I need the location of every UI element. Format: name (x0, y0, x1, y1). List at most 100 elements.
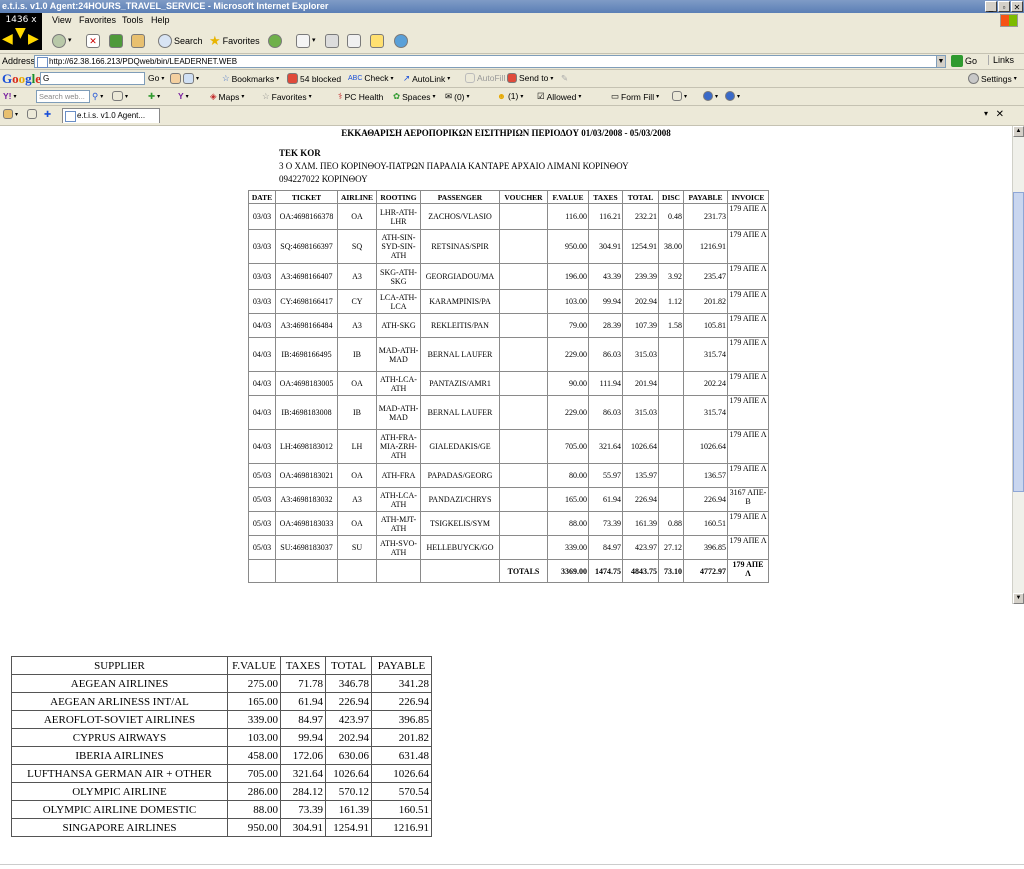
cell-rooting: MAD-ATH-MAD (376, 395, 421, 430)
totals-label: TOTALS (499, 559, 548, 583)
yahoo-search-input[interactable]: Search web... (36, 90, 90, 103)
tab-list-button[interactable] (27, 109, 37, 119)
down-arrow-icon[interactable]: ▼ (15, 26, 26, 40)
yahoo-tools-button[interactable]: ▾ (112, 91, 128, 101)
google-go-button[interactable]: Go ▾ (148, 73, 164, 83)
scroll-thumb[interactable] (1013, 192, 1024, 492)
highlight-button[interactable]: ✎ (561, 73, 568, 84)
google-logo[interactable]: Google (2, 71, 41, 87)
sendto-button[interactable]: Send to ▾ (507, 73, 553, 83)
vertical-scrollbar[interactable]: ▲ ▼ (1012, 126, 1024, 604)
col-sup-payable: PAYABLE (371, 656, 432, 675)
new-tab-button[interactable]: ✚ (44, 109, 51, 120)
plus-icon: ✚ (148, 91, 156, 101)
mail-button[interactable]: ▾ (296, 33, 316, 49)
back-arrow-icon[interactable]: ◀ (2, 32, 13, 46)
scroll-up-button[interactable]: ▲ (1013, 126, 1024, 137)
report-title: ΕΚΚΑΘΑΡΙΣΗ ΑΕΡΟΠΟΡΙΚΩΝ ΕΙΣΙΤΗΡΙΩΝ ΠΕΡΙΟΔ… (341, 128, 671, 138)
mail-icon: ✉ (445, 91, 453, 101)
maximize-button[interactable]: ▫ (998, 1, 1010, 12)
formfill-button[interactable]: ▭ Form Fill ▾ (611, 91, 659, 102)
window-icon (112, 91, 123, 101)
popups-allowed-button[interactable]: ☑ Allowed ▾ (537, 91, 581, 102)
discuss-button[interactable] (370, 33, 384, 49)
close-window-button[interactable]: ✕ (1011, 1, 1023, 12)
autofill-button[interactable]: AutoFill (465, 73, 505, 83)
refresh-button[interactable] (109, 33, 123, 49)
links-button[interactable]: Links (988, 55, 1014, 65)
checkbox-icon: ☑ (537, 91, 545, 101)
cell-taxes: 86.03 (588, 395, 623, 430)
yahoo-search-button[interactable]: ⚲ ▾ (92, 91, 103, 102)
sup-cell-fvalue: 339.00 (227, 710, 281, 729)
close-tab-button[interactable]: ✕ (996, 109, 1004, 120)
maps-button[interactable]: ◈ Maps ▾ (210, 91, 244, 102)
cell-voucher (499, 203, 548, 230)
cell-voucher (499, 535, 548, 560)
cell-ticket: CY:4698166417 (275, 289, 338, 314)
sup-cell-total: 570.12 (325, 782, 372, 801)
go-button[interactable]: Go (951, 55, 977, 67)
favorites-button[interactable]: ★ Favorites (209, 33, 260, 49)
spellcheck-button[interactable]: ABC Check ▾ (348, 73, 394, 83)
history-button[interactable] (268, 33, 282, 49)
table-row: 03/03 OA:4698166378 OA LHR-ATH-LHR ZACHOS/VL… (248, 203, 769, 230)
col-sup-total: TOTAL (325, 656, 372, 675)
page-icon (27, 109, 37, 119)
bookmarks-button[interactable]: ☆ Bookmarks ▾ (222, 73, 279, 84)
print-button[interactable] (325, 33, 339, 49)
tab-list-dropdown[interactable]: ▾ (984, 109, 988, 118)
search-button[interactable]: Search (158, 33, 203, 49)
standard-toolbar: ▾ ✕ Search ★ Favorites ▾ (0, 28, 1024, 54)
autolink-button[interactable]: ↗ AutoLink ▾ (403, 73, 450, 84)
cell-airline: OA (337, 463, 377, 488)
tab-etis[interactable]: e.t.i.s. v1.0 Agent... (62, 108, 160, 123)
pchealth-label: PC Health (344, 91, 384, 102)
google-tools-icon (170, 73, 181, 84)
yahoo-info-button[interactable]: ▾ (725, 91, 740, 101)
sup-cell-fvalue: 705.00 (227, 764, 281, 783)
stop-button[interactable]: ✕ (86, 33, 100, 49)
address-dropdown-button[interactable]: ▼ (936, 55, 946, 68)
menu-view[interactable]: View (52, 13, 71, 28)
pchealth-button[interactable]: ⚕ PC Health (338, 91, 383, 102)
yahoo-logo-icon[interactable]: Y! ▾ (3, 91, 17, 101)
maps-label: Maps (218, 91, 240, 102)
edit-button[interactable] (347, 33, 361, 49)
tab-home-button[interactable]: ▾ (3, 109, 18, 119)
cell-rooting: ATH-SKG (376, 313, 421, 338)
messenger-button[interactable] (394, 33, 408, 49)
cell-ticket: A3:4698183032 (275, 487, 338, 512)
menu-tools[interactable]: Tools (122, 13, 143, 28)
table-row: SINGAPORE AIRLINES 950.00 304.91 1254.91 121… (11, 818, 432, 837)
tickets-header-row: DATE TICKET AIRLINE ROOTING PASSENGER VO… (248, 190, 769, 204)
rss-button[interactable]: ▾ (672, 91, 687, 101)
search-button-label: Search (174, 36, 203, 46)
menu-help[interactable]: Help (151, 13, 170, 28)
right-arrow-icon[interactable]: ▶ (28, 32, 39, 46)
menu-favorites[interactable]: Favorites (79, 13, 116, 28)
yahoo-help-button[interactable]: ▾ (703, 91, 718, 101)
google-settings-button[interactable]: Settings ▾ (968, 73, 1017, 84)
cell-rooting: LHR-ATH-LHR (376, 203, 421, 230)
cell-taxes: 73.39 (588, 511, 623, 536)
scroll-down-button[interactable]: ▼ (1013, 593, 1024, 604)
spaces-button[interactable]: ✿ Spaces ▾ (393, 91, 436, 102)
cell-date: 04/03 (248, 371, 276, 396)
yahoo-plus-button[interactable]: ✚ ▾ (148, 91, 160, 102)
messenger-count-button[interactable]: ☻ (1) ▾ (497, 91, 523, 101)
cell-rooting: LCA-ATH-LCA (376, 289, 421, 314)
yahoo-mail-button[interactable]: Y ▾ (178, 91, 189, 101)
google-tools-button[interactable]: ▾ (170, 73, 199, 84)
sup-cell-fvalue: 458.00 (227, 746, 281, 765)
yahoo-favorites-button[interactable]: ☆ Favorites ▾ (262, 91, 312, 102)
forward-button[interactable]: ▾ (52, 33, 72, 49)
yahoo-mail-count-button[interactable]: ✉ (0) ▾ (445, 91, 470, 102)
col-date: DATE (248, 190, 276, 204)
table-row: 04/03 IB:4698183008 IB MAD-ATH-MAD BERNAL LA… (248, 395, 769, 430)
popup-blocker-button[interactable]: 54 blocked (287, 73, 341, 84)
minimize-button[interactable]: _ (985, 1, 997, 12)
home-button[interactable] (131, 33, 145, 49)
address-input[interactable]: http://62.38.166.213/PDQweb/bin/LEADERNE… (34, 55, 946, 68)
google-search-input[interactable]: G (40, 72, 145, 85)
